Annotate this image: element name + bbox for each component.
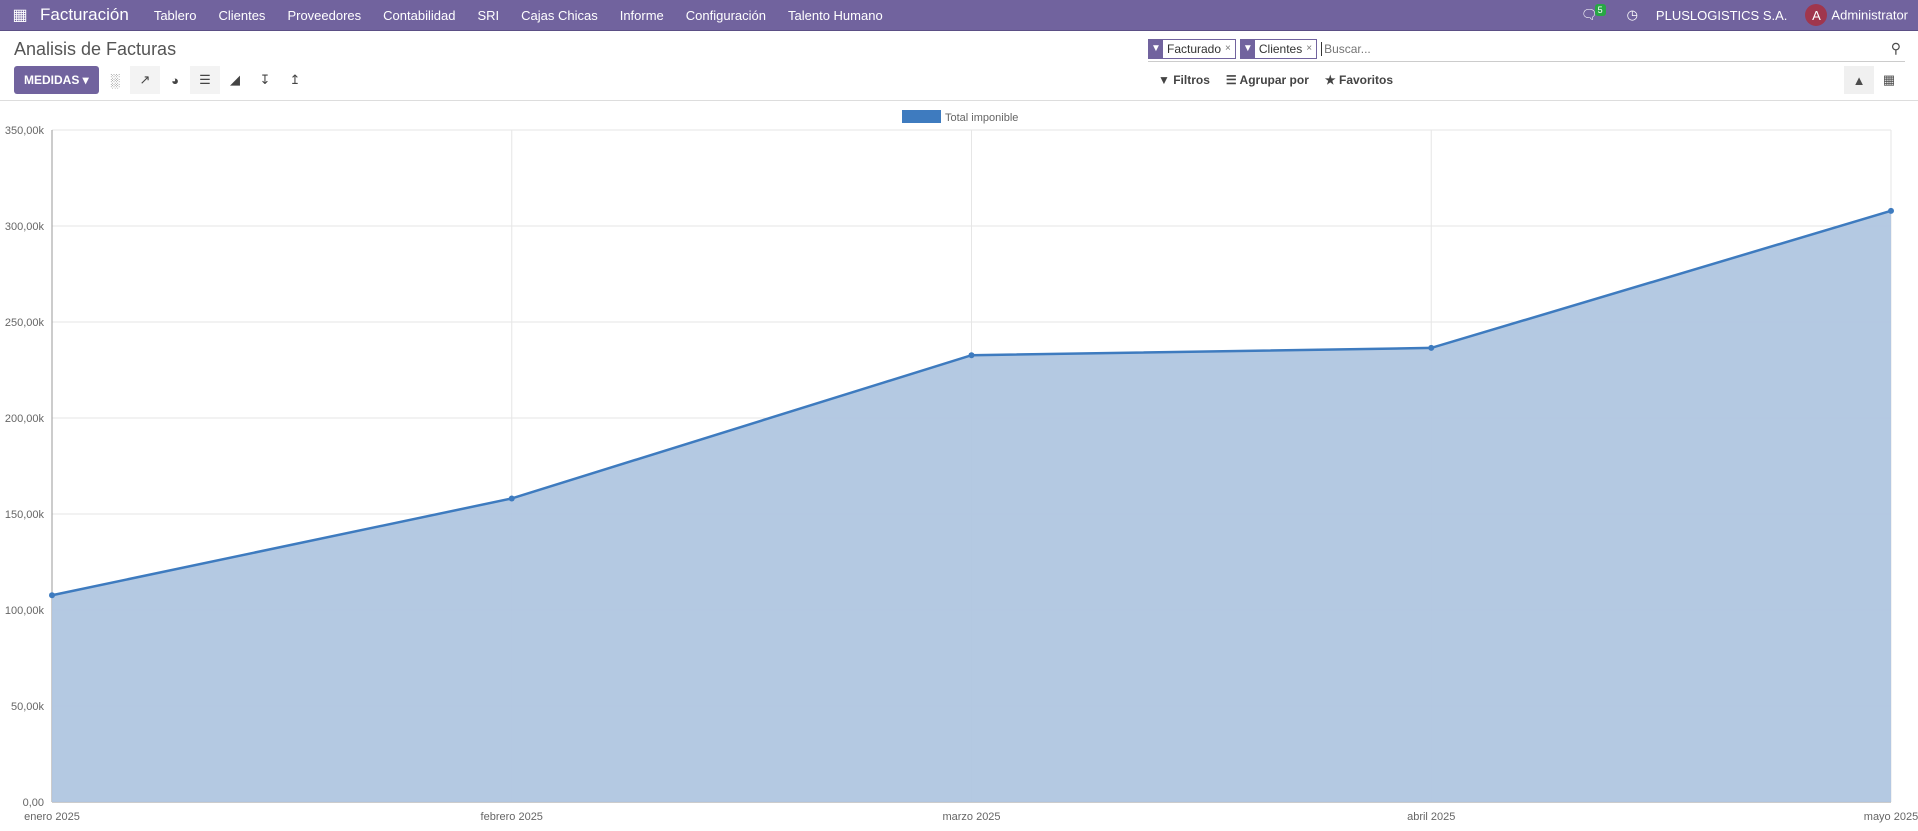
- data-point: [968, 352, 975, 359]
- line-chart-icon[interactable]: ↗: [130, 66, 160, 94]
- data-point: [508, 495, 515, 502]
- y-tick-label: 0,00: [23, 797, 44, 809]
- app-name[interactable]: Facturación: [40, 5, 129, 25]
- y-tick-label: 250,00k: [5, 317, 45, 329]
- user-menu[interactable]: A Administrator: [1805, 4, 1908, 26]
- filters-button[interactable]: ▼ Filtros: [1158, 73, 1210, 87]
- pivot-view-icon[interactable]: ▦: [1874, 66, 1904, 94]
- y-tick-label: 300,00k: [5, 221, 45, 233]
- group-by-button[interactable]: ☰ Agrupar por: [1226, 73, 1309, 87]
- cumulative-signal-icon[interactable]: ◢: [220, 66, 250, 94]
- graph-toolbar: ░ ↗ ◕ ☰ ◢ ↧ ↥: [100, 66, 310, 94]
- stacked-database-icon[interactable]: ☰: [190, 66, 220, 94]
- menu-tablero[interactable]: Tablero: [154, 8, 197, 23]
- menu-clientes[interactable]: Clientes: [218, 8, 265, 23]
- filter-icon: ▼: [1149, 39, 1163, 58]
- y-tick-label: 200,00k: [5, 413, 45, 425]
- page-title: Analisis de Facturas: [14, 39, 177, 59]
- user-name: Administrator: [1831, 7, 1908, 23]
- messages-button[interactable]: 🗨5: [1581, 4, 1609, 23]
- favorites-label: Favoritos: [1338, 73, 1393, 87]
- remove-facet-icon[interactable]: ×: [1225, 43, 1235, 54]
- pie-chart-icon[interactable]: ◕: [160, 66, 190, 94]
- menu-sri[interactable]: SRI: [477, 8, 499, 23]
- filter-icon: ▼: [1240, 39, 1255, 58]
- top-navbar: ▦ Facturación Tablero Clientes Proveedor…: [0, 0, 1918, 31]
- y-tick-label: 350,00k: [5, 125, 45, 137]
- company-switcher[interactable]: PLUSLOGISTICS S.A.: [1656, 8, 1788, 23]
- favorites-button[interactable]: ★ Favoritos: [1325, 73, 1393, 87]
- facet-label: Facturado: [1167, 41, 1222, 56]
- remove-facet-icon[interactable]: ×: [1306, 43, 1316, 54]
- menu-contabilidad[interactable]: Contabilidad: [383, 8, 455, 23]
- messages-badge: 5: [1594, 4, 1606, 16]
- search-icon[interactable]: ⚲: [1891, 40, 1905, 57]
- facet-facturado[interactable]: ▼ Facturado ×: [1148, 38, 1236, 59]
- group-by-label: Agrupar por: [1239, 73, 1309, 87]
- data-point: [49, 592, 55, 599]
- facet-clientes[interactable]: ▼ Clientes ×: [1239, 38, 1318, 59]
- search-bar: ▼Facturado× ▼Clientes× ⚲: [1148, 36, 1905, 62]
- search-input[interactable]: [1321, 41, 1891, 56]
- bar-chart-icon[interactable]: ░: [100, 66, 130, 94]
- activity-clock-icon[interactable]: ◷: [1627, 7, 1638, 23]
- control-panel: Analisis de Facturas MEDIDAS ▾ ░ ↗ ◕ ☰ ◢…: [0, 31, 1918, 101]
- x-tick-label: febrero 2025: [481, 811, 543, 823]
- x-tick-label: marzo 2025: [942, 811, 1000, 823]
- menu-proveedores[interactable]: Proveedores: [287, 8, 361, 23]
- sort-descending-icon[interactable]: ↧: [250, 66, 280, 94]
- filters-label: Filtros: [1173, 73, 1210, 87]
- apps-grid-icon[interactable]: ▦: [0, 5, 40, 25]
- facet-label: Clientes: [1258, 41, 1303, 56]
- x-tick-label: mayo 2025: [1864, 811, 1918, 823]
- menu-informe[interactable]: Informe: [620, 8, 664, 23]
- data-point: [1428, 344, 1435, 351]
- sort-ascending-icon[interactable]: ↥: [280, 66, 310, 94]
- menu-cajas-chicas[interactable]: Cajas Chicas: [521, 8, 598, 23]
- x-tick-label: abril 2025: [1407, 811, 1455, 823]
- measures-label: MEDIDAS: [24, 73, 80, 87]
- avatar: A: [1805, 4, 1828, 26]
- graph-view-icon[interactable]: ▲: [1844, 66, 1874, 94]
- x-tick-label: enero 2025: [24, 811, 80, 823]
- measures-dropdown-button[interactable]: MEDIDAS ▾: [14, 66, 99, 94]
- area-chart: 0,00 50,00k 100,00k 150,00k 200,00k 250,00k 30…: [5, 110, 1918, 823]
- legend-swatch: [902, 110, 941, 123]
- data-point: [1888, 207, 1894, 214]
- y-tick-label: 100,00k: [5, 605, 45, 617]
- menu-talento-humano[interactable]: Talento Humano: [788, 8, 883, 23]
- y-tick-label: 50,00k: [11, 701, 45, 713]
- y-tick-label: 150,00k: [5, 509, 45, 521]
- menu-configuracion[interactable]: Configuración: [686, 8, 766, 23]
- legend-label: Total imponible: [945, 112, 1018, 124]
